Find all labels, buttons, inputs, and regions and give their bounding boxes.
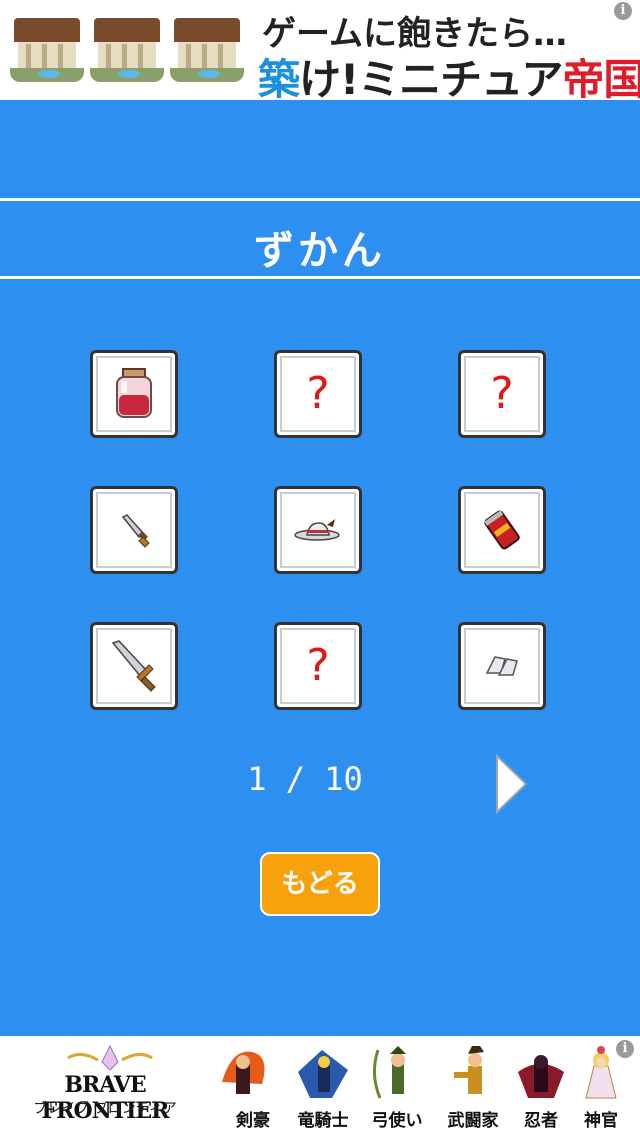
class-label: 神官 [584,1111,618,1131]
collection-slot[interactable] [90,350,178,438]
brave-frontier-emblem-icon [67,1044,153,1071]
header-divider [0,276,640,279]
ad-subheadline: 築け!ミニチュア帝国!! [258,55,640,100]
collection-slot[interactable] [458,622,546,710]
dagger-icon [121,514,150,548]
class-label: 剣豪 [236,1111,270,1131]
top-ad-banner[interactable]: ゲームに飽きたら… 築け!ミニチュア帝国!! i [0,0,640,100]
dragon-knight-character-icon [298,1050,348,1098]
unknown-question-mark: ? [490,368,514,419]
class-label: 武闘家 [447,1111,499,1131]
jar-icon [116,368,152,418]
unknown-question-mark: ? [306,368,330,419]
header-divider [0,198,640,201]
shoes-icon [485,656,518,676]
page-indicator: 1 / 10 [247,760,363,798]
archer-character-icon [373,1046,406,1099]
info-icon[interactable]: i [614,2,632,20]
sword-icon [111,640,156,692]
class-label: 竜騎士 [297,1111,349,1131]
temple-icon [168,12,246,92]
priest-character-icon [585,1046,617,1099]
martial-artist-character-icon [454,1046,484,1094]
brave-frontier-subtitle: ブレイブ フロンティア [33,1101,177,1117]
hat-icon [294,519,340,541]
next-page-arrow-icon[interactable] [494,752,530,816]
collection-slot-unknown[interactable]: ? [458,350,546,438]
back-button[interactable]: もどる [260,852,380,916]
swordmaster-character-icon [222,1051,265,1094]
collection-slot-unknown[interactable]: ? [274,622,362,710]
temple-icon [8,12,86,92]
ninja-character-icon [518,1055,564,1098]
collection-slot[interactable] [458,486,546,574]
can-icon [484,510,520,550]
collection-slot[interactable] [90,622,178,710]
page-title: ずかん [254,228,386,274]
collection-slot[interactable] [90,486,178,574]
collection-slot-unknown[interactable]: ? [274,350,362,438]
temple-icon [88,12,166,92]
unknown-question-mark: ? [306,640,330,691]
collection-slot[interactable] [274,486,362,574]
class-label: 弓使い [371,1111,423,1131]
